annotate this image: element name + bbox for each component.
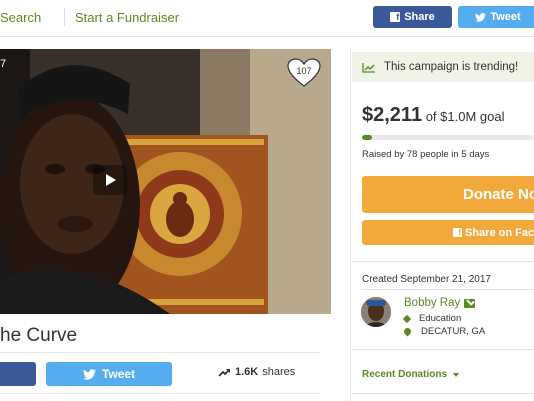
nav-start-fundraiser-link[interactable]: Start a Fundraiser xyxy=(75,10,179,25)
tweet-label-top: Tweet xyxy=(490,11,521,23)
shares-number: 1.6K xyxy=(235,366,259,378)
tweet-button-bottom[interactable]: Tweet xyxy=(46,362,172,386)
tweet-button-top[interactable]: Tweet xyxy=(458,6,534,28)
progress-bar xyxy=(362,135,534,140)
campaign-title: he Curve xyxy=(0,325,78,346)
divider xyxy=(352,349,534,350)
raised-by-text: Raised by 78 people in 5 days xyxy=(362,149,490,160)
facebook-icon: f xyxy=(390,12,401,22)
trending-arrow-icon xyxy=(218,368,230,377)
campaign-video[interactable] xyxy=(0,49,331,314)
share-on-facebook-label: Share on Facel xyxy=(465,226,534,239)
trending-chart-icon xyxy=(362,62,375,73)
organizer-name-text: Bobby Ray xyxy=(404,297,461,309)
message-icon[interactable] xyxy=(464,298,476,308)
video-frame xyxy=(0,49,331,314)
divider xyxy=(362,289,534,290)
map-pin-icon xyxy=(402,326,413,337)
heart-button[interactable]: 107 xyxy=(287,58,321,88)
organizer-avatar[interactable] xyxy=(361,297,391,327)
heart-count: 107 xyxy=(296,66,312,76)
facebook-share-button-bottom[interactable] xyxy=(0,362,36,386)
divider xyxy=(0,393,320,394)
facebook-icon: f xyxy=(453,228,462,237)
divider xyxy=(352,261,534,262)
twitter-bird-icon xyxy=(82,368,96,380)
nav-search-link[interactable]: Search xyxy=(0,10,41,25)
recent-donations-label: Recent Donations xyxy=(362,369,448,380)
amount-raised-value: $2,211 xyxy=(362,104,423,126)
goal-text: of $1.0M goal xyxy=(425,109,505,124)
play-button[interactable] xyxy=(93,165,127,195)
tweet-label-bottom: Tweet xyxy=(101,367,136,381)
share-on-facebook-button[interactable]: f Share on Facel xyxy=(362,220,534,245)
created-date: Created September 21, 2017 xyxy=(362,274,491,285)
shares-count: 1.6K shares xyxy=(218,366,295,378)
trending-text: This campaign is trending! xyxy=(384,61,519,73)
location-text: DECATUR, GA xyxy=(421,326,486,337)
divider xyxy=(0,352,320,353)
category-text: Education xyxy=(419,313,462,324)
divider xyxy=(352,393,534,394)
video-overlay-number: 7 xyxy=(0,58,7,70)
chevron-down-icon xyxy=(453,372,460,377)
twitter-bird-icon xyxy=(475,12,487,22)
campaign-location: DECATUR, GA xyxy=(402,326,486,337)
donate-now-button[interactable]: Donate No xyxy=(362,176,534,213)
top-navigation: Search Start a Fundraiser f Share Tweet xyxy=(0,0,534,37)
progress-fill xyxy=(362,135,373,140)
recent-donations-toggle[interactable]: Recent Donations xyxy=(362,369,460,380)
facebook-share-button[interactable]: f Share xyxy=(373,6,452,28)
amount-raised: $2,211 of $1.0M goal xyxy=(362,104,504,127)
avatar-image xyxy=(361,297,391,327)
facebook-share-label: Share xyxy=(404,11,435,23)
campaign-category: Education xyxy=(402,313,462,324)
organizer-name[interactable]: Bobby Ray xyxy=(404,297,476,309)
nav-divider xyxy=(64,8,65,26)
tag-icon xyxy=(402,314,412,323)
shares-label: shares xyxy=(262,366,296,378)
trending-banner: This campaign is trending! xyxy=(352,52,534,82)
